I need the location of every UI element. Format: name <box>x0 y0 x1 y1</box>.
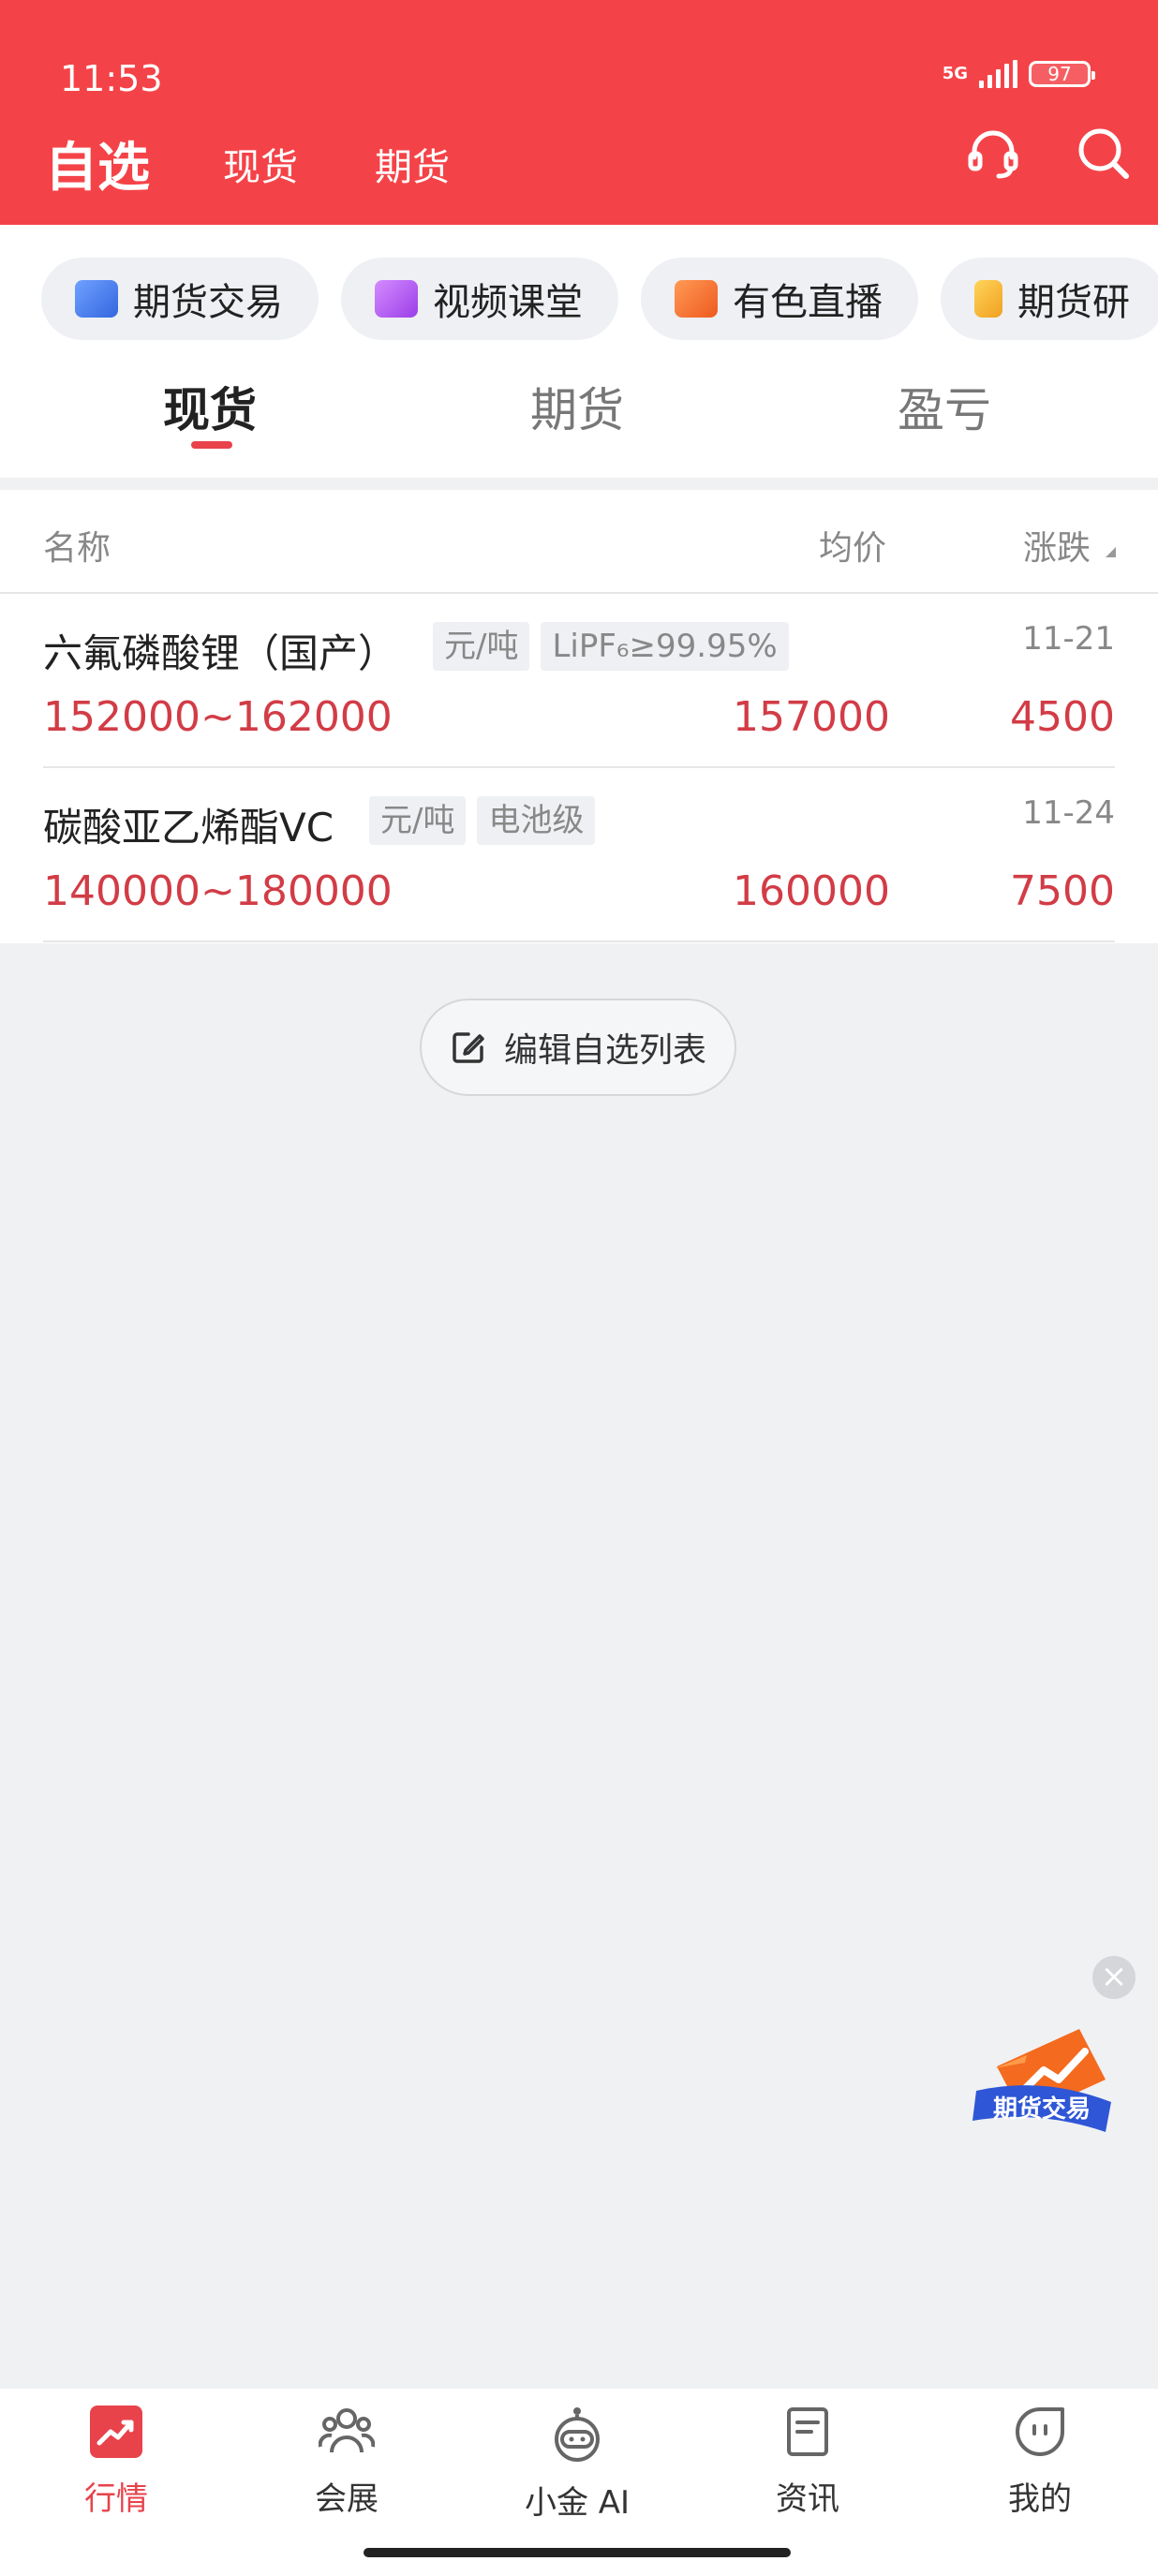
sort-indicator-icon[interactable] <box>1106 547 1116 557</box>
header-tab-spot[interactable]: 现货 <box>223 137 298 191</box>
spec-tag: LiPF₆≥99.95% <box>541 622 789 671</box>
price-change: 7500 <box>1010 867 1115 915</box>
research-icon <box>974 280 1002 318</box>
price-range: 140000~180000 <box>43 867 393 915</box>
quick-links: 期货交易 视频课堂 有色直播 期货研 <box>41 258 1158 340</box>
app-header: 11:53 5G 97 自选 现货 期货 <box>0 0 1158 225</box>
market-icon <box>90 2406 142 2458</box>
status-time: 11:53 <box>60 58 163 99</box>
tab-futures[interactable]: 期货 <box>530 373 624 440</box>
home-indicator[interactable] <box>364 2548 791 2557</box>
network-label: 5G <box>942 64 968 83</box>
active-tab-indicator <box>191 441 232 449</box>
chip-label: 视频课堂 <box>433 281 583 324</box>
nav-item-market[interactable]: 行情 <box>41 2404 191 2519</box>
product-name: 六氟磷酸锂（国产） <box>43 630 398 676</box>
header-tab-futures[interactable]: 期货 <box>375 137 450 191</box>
status-icons: 5G 97 <box>942 60 1095 88</box>
unit-tag: 元/吨 <box>433 622 530 671</box>
column-header-name: 名称 <box>43 529 111 568</box>
nav-label: 行情 <box>84 2480 148 2518</box>
product-name: 碳酸亚乙烯酯VC <box>43 805 334 851</box>
edit-watchlist-button[interactable]: 编辑自选列表 <box>420 999 736 1096</box>
video-icon <box>375 280 418 318</box>
product-tags: 元/吨 LiPF₆≥99.95% <box>433 622 789 671</box>
tab-profit-loss[interactable]: 盈亏 <box>898 373 991 440</box>
edit-watchlist-label: 编辑自选列表 <box>503 1031 706 1070</box>
nav-item-exhibition[interactable]: 会展 <box>272 2404 422 2519</box>
battery-level: 97 <box>1047 63 1072 85</box>
signal-icon <box>979 60 1017 88</box>
chip-video-class[interactable]: 视频课堂 <box>341 258 618 340</box>
nav-label: 小金 AI <box>524 2484 631 2522</box>
table-row[interactable]: 碳酸亚乙烯酯VC 元/吨 电池级 11-24 140000~180000 160… <box>0 768 1158 942</box>
chip-label: 期货交易 <box>133 281 283 324</box>
column-header-avg: 均价 <box>819 529 887 568</box>
search-icon[interactable] <box>1074 124 1134 184</box>
table-row[interactable]: 六氟磷酸锂（国产） 元/吨 LiPF₆≥99.95% 11-21 152000~… <box>0 594 1158 768</box>
close-icon[interactable]: × <box>1092 1956 1136 1999</box>
chip-futures-research[interactable]: 期货研 <box>941 258 1158 340</box>
avg-price: 160000 <box>733 867 890 915</box>
float-ad-label: 期货交易 <box>993 2095 1091 2124</box>
robot-icon <box>555 2407 600 2462</box>
nav-item-ai[interactable]: 小金 AI <box>502 2404 652 2523</box>
row-divider <box>43 940 1115 942</box>
chip-label: 有色直播 <box>733 281 883 324</box>
avg-price: 157000 <box>733 693 890 741</box>
nav-item-profile[interactable]: 我的 <box>965 2404 1115 2519</box>
profile-icon <box>1016 2407 1064 2456</box>
chip-futures-trading[interactable]: 期货交易 <box>41 258 319 340</box>
tab-spot[interactable]: 现货 <box>163 373 257 440</box>
price-change: 4500 <box>1010 693 1115 741</box>
nav-label: 资讯 <box>776 2480 839 2518</box>
live-camera-icon <box>675 280 718 318</box>
people-icon <box>319 2408 375 2453</box>
chip-live[interactable]: 有色直播 <box>641 258 918 340</box>
nav-label: 会展 <box>315 2480 379 2518</box>
news-icon <box>787 2407 828 2456</box>
column-header-change[interactable]: 涨跌 <box>1023 521 1091 570</box>
futures-trading-float-button[interactable]: 期货交易 <box>969 2001 1119 2141</box>
nav-item-news[interactable]: 资讯 <box>733 2404 883 2519</box>
headset-icon[interactable] <box>963 124 1023 184</box>
update-date: 11-21 <box>1022 620 1115 658</box>
update-date: 11-24 <box>1022 794 1115 832</box>
price-range: 152000~162000 <box>43 693 393 741</box>
product-tags: 元/吨 电池级 <box>369 796 596 845</box>
unit-tag: 元/吨 <box>369 796 467 845</box>
chip-label: 期货研 <box>1017 281 1130 324</box>
nav-label: 我的 <box>1008 2480 1072 2518</box>
edit-icon <box>453 1032 484 1063</box>
spec-tag: 电池级 <box>477 796 596 845</box>
trader-icon <box>75 280 118 318</box>
battery-icon: 97 <box>1029 61 1095 87</box>
page-title[interactable]: 自选 <box>45 126 150 201</box>
